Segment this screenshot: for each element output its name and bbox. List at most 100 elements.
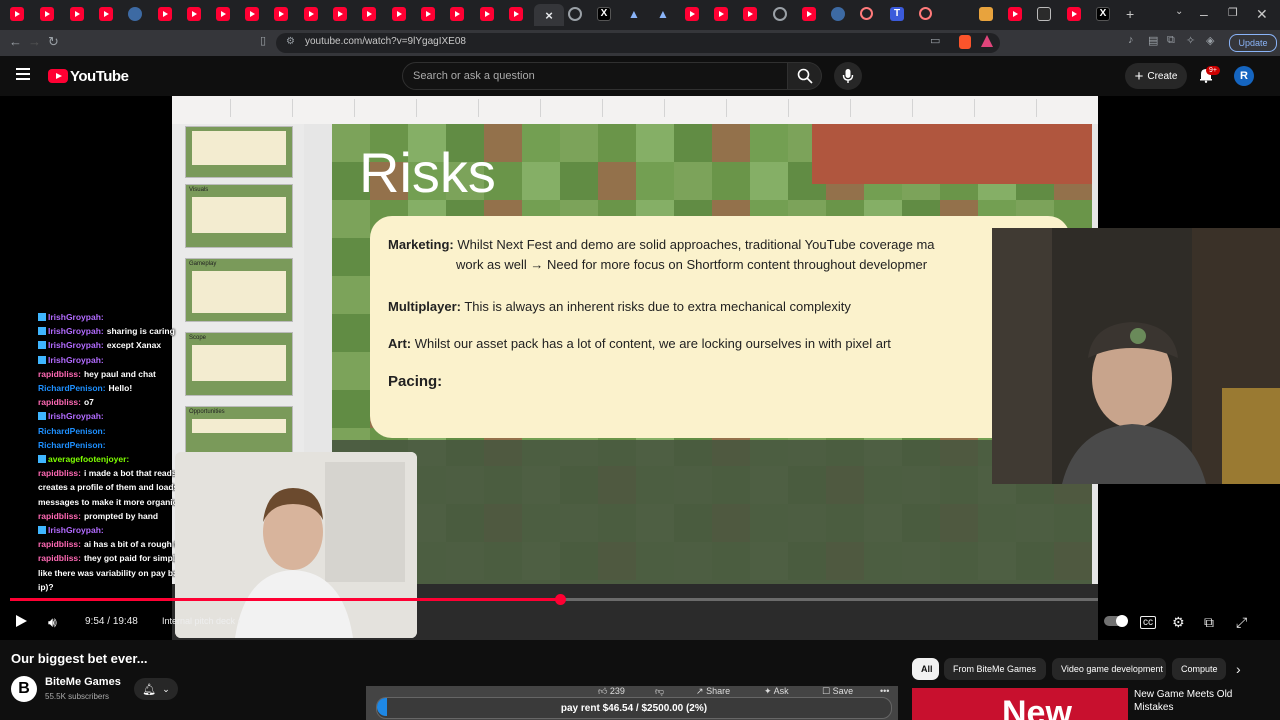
tri-tab-favicon-icon[interactable]: ▲ xyxy=(627,7,641,21)
autoplay-toggle[interactable] xyxy=(1104,615,1128,627)
pink-tab-favicon-icon[interactable] xyxy=(919,7,932,20)
chapter-button[interactable]: Internal pitch deck › xyxy=(162,616,241,626)
tri-tab-favicon-icon[interactable]: ▲ xyxy=(656,7,670,21)
youtube-tab-favicon-icon[interactable] xyxy=(99,7,113,21)
ask-button[interactable]: ✦ Ask xyxy=(764,686,789,697)
close-window-icon[interactable]: ✕ xyxy=(1256,6,1268,23)
account-avatar[interactable]: R xyxy=(1234,66,1254,86)
play-icon[interactable] xyxy=(14,614,28,628)
share-icon: ↗ xyxy=(696,686,704,696)
youtube-tab-favicon-icon[interactable] xyxy=(304,7,318,21)
youtube-tab-favicon-icon[interactable] xyxy=(274,7,288,21)
filter-chip[interactable]: From BiteMe Games xyxy=(944,658,1046,680)
update-button[interactable]: Update xyxy=(1229,34,1277,52)
channel-avatar[interactable]: B xyxy=(11,676,37,702)
youtube-tab-favicon-icon[interactable] xyxy=(450,7,464,21)
extensions-icon[interactable]: ⧉ xyxy=(1167,34,1175,47)
chat-message: rapidbliss: o7 xyxy=(38,397,94,407)
cast-icon[interactable]: ▭ xyxy=(930,34,940,47)
filter-chip[interactable]: Video game development xyxy=(1052,658,1166,680)
fullscreen-icon[interactable]: ⤢ xyxy=(1236,614,1247,631)
captions-icon[interactable]: cc xyxy=(1140,616,1156,629)
media-icon[interactable]: ♪ xyxy=(1128,34,1134,46)
youtube-tab-favicon-icon[interactable] xyxy=(333,7,347,21)
youtube-logo-text[interactable]: YouTube xyxy=(70,68,129,85)
recommended-video-thumbnail[interactable]: New xyxy=(912,688,1128,720)
sidebar-icon[interactable]: ▤ xyxy=(1148,34,1158,47)
marketing-continuation: work as well → Need for more focus on Sh… xyxy=(456,257,928,272)
orange-tab-favicon-icon[interactable] xyxy=(979,7,993,21)
youtube-logo-icon[interactable] xyxy=(48,69,68,83)
channel-name[interactable]: BiteMe Games xyxy=(45,676,121,688)
back-icon[interactable]: ← xyxy=(9,34,22,49)
minimize-icon[interactable]: – xyxy=(1200,6,1208,22)
active-tab[interactable]: × xyxy=(534,4,564,26)
steam-tab-favicon-icon[interactable] xyxy=(128,7,142,21)
youtube-tab-favicon-icon[interactable] xyxy=(10,7,24,21)
voice-search-button[interactable] xyxy=(834,62,862,90)
filter-chip[interactable]: All xyxy=(912,658,939,680)
youtube-tab-favicon-icon[interactable] xyxy=(187,7,201,21)
youtube-tab-favicon-icon[interactable] xyxy=(480,7,494,21)
x-tab-favicon-icon[interactable]: X xyxy=(597,7,611,21)
youtube-tab-favicon-icon[interactable] xyxy=(392,7,406,21)
youtube-tab-favicon-icon[interactable] xyxy=(509,7,523,21)
rewards-icon[interactable] xyxy=(981,35,993,47)
youtube-tab-favicon-icon[interactable] xyxy=(40,7,54,21)
volume-icon[interactable]: 🔊︎ xyxy=(48,614,57,631)
youtube-tab-favicon-icon[interactable] xyxy=(421,7,435,21)
forward-icon[interactable]: → xyxy=(28,34,41,49)
youtube-tab-favicon-icon[interactable] xyxy=(1067,7,1081,21)
new-tab-button[interactable]: + xyxy=(1126,6,1134,22)
chat-message: IrishGroypah: except Xanax xyxy=(38,340,161,350)
youtube-tab-favicon-icon[interactable] xyxy=(362,7,376,21)
like-button[interactable]: 👍︎ 239 xyxy=(598,686,625,697)
x-tab-favicon-icon[interactable]: X xyxy=(1096,7,1110,21)
close-tab-icon[interactable]: × xyxy=(545,9,553,22)
share-button[interactable]: ↗ Share xyxy=(696,686,730,697)
save-button[interactable]: ☐ Save xyxy=(822,686,853,697)
leo-ai-icon[interactable]: ✧ xyxy=(1186,34,1195,47)
green-tab-favicon-icon[interactable] xyxy=(1037,7,1051,21)
youtube-tab-favicon-icon[interactable] xyxy=(743,7,757,21)
url-text[interactable]: youtube.com/watch?v=9lYgagIXE08 xyxy=(305,36,466,47)
glob-tab-favicon-icon[interactable] xyxy=(773,7,787,21)
youtube-tab-favicon-icon[interactable] xyxy=(245,7,259,21)
settings-gear-icon[interactable]: ⚙ xyxy=(1172,614,1185,631)
chat-username: averagefootenjoyer: xyxy=(48,454,130,464)
brave-shield-icon[interactable] xyxy=(959,35,971,49)
chat-username: rapidbliss: xyxy=(38,368,81,379)
blue-tab-favicon-icon[interactable]: T xyxy=(890,7,904,21)
filter-chip[interactable]: Compute xyxy=(1172,658,1226,680)
chat-username: rapidbliss: xyxy=(38,468,81,479)
youtube-tab-favicon-icon[interactable] xyxy=(70,7,84,21)
youtube-tab-favicon-icon[interactable] xyxy=(714,7,728,21)
glob-tab-favicon-icon[interactable] xyxy=(568,7,582,21)
youtube-tab-favicon-icon[interactable] xyxy=(216,7,230,21)
wallet-icon[interactable]: ◈ xyxy=(1206,34,1214,47)
time-total: 19:48 xyxy=(112,616,138,627)
bookmark-icon[interactable]: ▯ xyxy=(260,34,266,47)
pink-tab-favicon-icon[interactable] xyxy=(860,7,873,20)
reload-icon[interactable]: ↻ xyxy=(48,34,59,50)
search-button[interactable] xyxy=(788,62,822,90)
tab-search-icon[interactable]: ⌄ xyxy=(1175,6,1183,17)
steam-tab-favicon-icon[interactable] xyxy=(831,7,845,21)
dislike-icon[interactable]: 👎︎ xyxy=(655,686,664,697)
site-info-icon[interactable]: ⚙ xyxy=(286,36,295,47)
chat-text: hey paul and chat xyxy=(83,368,156,379)
youtube-tab-favicon-icon[interactable] xyxy=(1008,7,1022,21)
search-input[interactable]: Search or ask a question xyxy=(402,62,788,90)
miniplayer-icon[interactable]: ⧉ xyxy=(1204,614,1214,631)
progress-scrubber[interactable] xyxy=(555,594,566,605)
youtube-tab-favicon-icon[interactable] xyxy=(802,7,816,21)
create-button[interactable]: + Create xyxy=(1125,63,1187,89)
more-actions-button[interactable]: ••• xyxy=(880,686,889,696)
restore-icon[interactable]: ❐ xyxy=(1228,6,1238,19)
subscription-bell-button[interactable]: 🔔︎ ⌄ xyxy=(134,678,178,700)
youtube-tab-favicon-icon[interactable] xyxy=(685,7,699,21)
recommended-video-title[interactable]: New Game Meets Old Mistakes xyxy=(1134,688,1234,714)
youtube-tab-favicon-icon[interactable] xyxy=(158,7,172,21)
chips-next-icon[interactable]: › xyxy=(1236,661,1241,677)
hamburger-menu-icon[interactable] xyxy=(16,68,30,80)
